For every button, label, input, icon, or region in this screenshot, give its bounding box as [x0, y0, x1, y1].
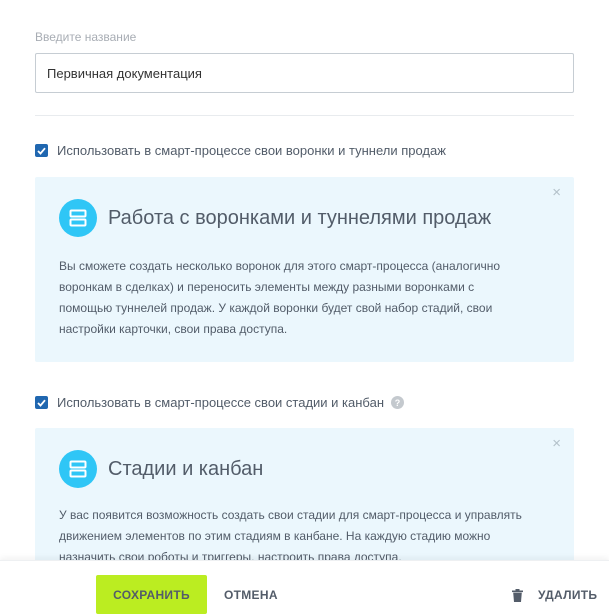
- save-button[interactable]: СОХРАНИТЬ: [96, 575, 207, 614]
- stages-option[interactable]: Использовать в смарт-процессе свои стади…: [35, 395, 404, 410]
- delete-label: УДАЛИТЬ: [538, 588, 598, 602]
- stages-icon: [59, 199, 97, 237]
- help-icon[interactable]: ?: [391, 396, 404, 409]
- smart-process-settings: Введите название Использовать в смарт-пр…: [0, 0, 609, 615]
- funnels-option[interactable]: Использовать в смарт-процессе свои ворон…: [35, 143, 446, 158]
- close-icon[interactable]: ×: [552, 436, 561, 451]
- card-title: Работа с воронками и туннелями продаж: [108, 207, 492, 229]
- delete-button[interactable]: УДАЛИТЬ: [512, 588, 597, 602]
- cancel-button[interactable]: ОТМЕНА: [224, 588, 278, 602]
- name-field-label: Введите название: [35, 30, 137, 44]
- card-description: У вас появится возможность создать свои …: [59, 508, 522, 564]
- close-icon[interactable]: ×: [552, 185, 561, 200]
- name-input[interactable]: [35, 53, 574, 93]
- stages-checkbox[interactable]: [35, 396, 48, 409]
- divider: [35, 115, 574, 116]
- funnels-option-label: Использовать в смарт-процессе свои ворон…: [57, 143, 446, 158]
- trash-icon: [512, 588, 523, 602]
- stages-icon: [59, 450, 97, 488]
- card-title: Стадии и канбан: [108, 458, 264, 480]
- card-description: Вы сможете создать несколько воронок для…: [59, 259, 501, 336]
- footer-bar: СОХРАНИТЬ ОТМЕНА УДАЛИТЬ: [0, 560, 609, 615]
- stages-option-label: Использовать в смарт-процессе свои стади…: [57, 395, 384, 410]
- funnels-checkbox[interactable]: [35, 144, 48, 157]
- funnels-info-card: × Работа с воронками и туннелями продаж …: [35, 177, 574, 362]
